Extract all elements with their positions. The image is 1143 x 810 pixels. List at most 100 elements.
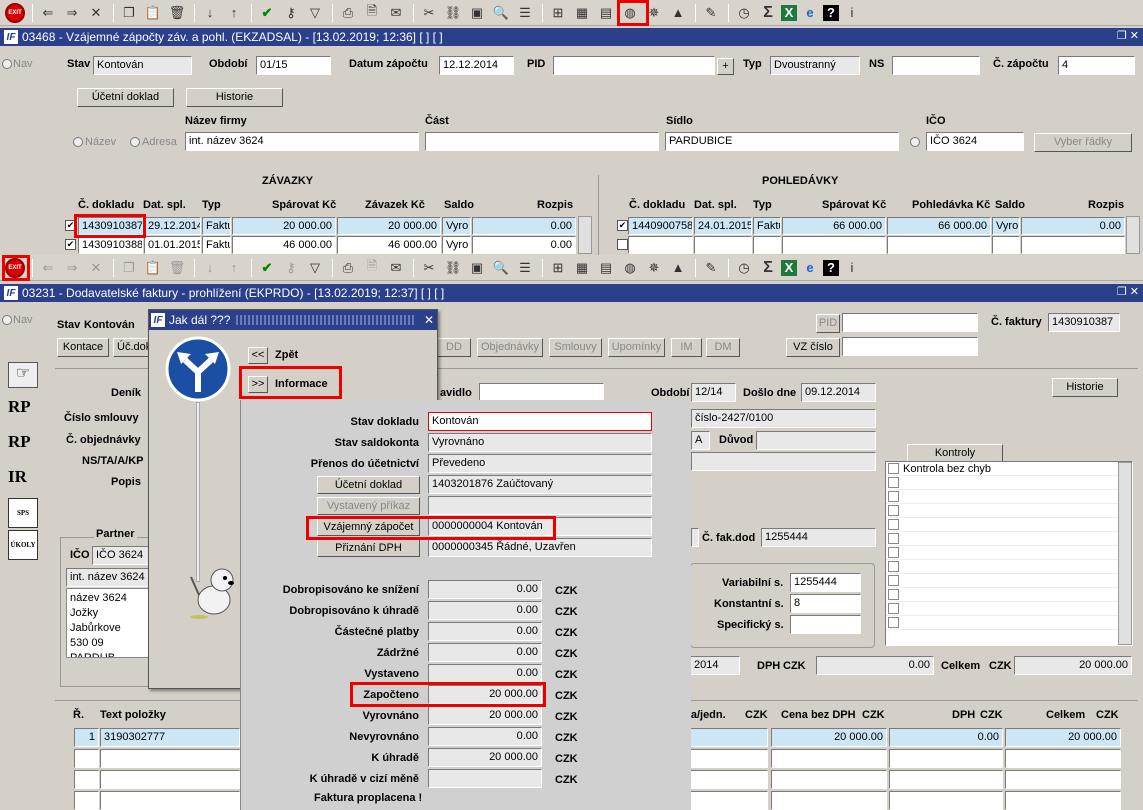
check-icon[interactable]: ✔ [256, 258, 278, 278]
row-celkem[interactable] [1005, 749, 1121, 768]
adresa-radio[interactable] [130, 137, 140, 147]
side-icon-rp[interactable]: RP [8, 392, 38, 422]
row-cena-jedn[interactable] [690, 749, 768, 768]
historie-button-2[interactable]: Historie [1052, 378, 1118, 397]
mail-icon[interactable]: ✉ [385, 258, 407, 278]
search-icon[interactable]: 🔍 [490, 258, 512, 278]
side-icon-ir[interactable]: IR [8, 462, 38, 492]
pohledavky-cell[interactable]: 66 000.00 [782, 217, 886, 235]
pid-add-button[interactable]: + [717, 58, 734, 75]
amount-value-6[interactable]: 20 000.00 [428, 706, 542, 725]
zavazky-cell[interactable]: Faktu [202, 236, 231, 254]
zavazky-cell[interactable]: 01.01.2015 [144, 236, 201, 254]
dph-field[interactable]: 0.00 [816, 656, 934, 675]
zpet-button[interactable]: << [248, 347, 268, 364]
sort-asc-icon[interactable]: ↓ [199, 258, 221, 278]
list-icon[interactable]: ☰ [514, 258, 536, 278]
dialog-close-button[interactable]: ✕ [421, 313, 437, 327]
row-text[interactable] [100, 791, 240, 810]
print-icon[interactable]: ⎙ [337, 3, 359, 23]
zavazky-scrollbar[interactable] [578, 216, 592, 254]
zavazky-cell[interactable]: Faktu [202, 217, 231, 235]
link-icon[interactable]: ⛓ [442, 3, 464, 23]
datum-field[interactable]: 12.12.2014 [439, 56, 514, 75]
back-arrow-icon[interactable]: ⇐ [37, 3, 59, 23]
zavazky-cell[interactable]: 1430910388 [78, 236, 143, 254]
duvod-field[interactable] [756, 431, 876, 450]
zavazky-cell[interactable]: 0.00 [472, 236, 576, 254]
calculator-icon[interactable]: ▦ [571, 258, 593, 278]
pohledavky-cell[interactable]: 1440900758 [628, 217, 693, 235]
ico-radio[interactable] [910, 137, 920, 147]
konstantni-field[interactable]: 8 [790, 594, 861, 613]
zavazky-cell[interactable]: Vyro [442, 236, 471, 254]
amount-value-4[interactable]: 0.00 [428, 664, 542, 683]
info-button-6[interactable]: Přiznání DPH [317, 539, 420, 557]
pohledavky-cell[interactable] [887, 236, 991, 254]
row-celkem[interactable]: 20 000.00 [1005, 728, 1121, 747]
typ-field[interactable]: Dvoustranný [770, 56, 860, 75]
sigma-icon[interactable]: Σ [757, 258, 779, 278]
pohledavky-cell[interactable] [694, 236, 752, 254]
info-value-0[interactable]: Kontován [428, 412, 652, 431]
vz-cislo-button[interactable]: VZ číslo [786, 338, 840, 357]
informace-button[interactable]: >> [248, 376, 268, 393]
extra-field[interactable] [691, 452, 876, 471]
info-value-1[interactable]: Vyrovnáno [428, 433, 652, 452]
globe-icon[interactable]: ◍ [619, 258, 641, 278]
row-celkem[interactable] [1005, 791, 1121, 810]
variabilni-field[interactable]: 1255444 [790, 573, 861, 592]
pohledavky-cell[interactable] [628, 236, 693, 254]
exit-icon[interactable]: EXIT [4, 2, 26, 23]
cislo-zapoctu-field[interactable]: 4 [1058, 56, 1135, 75]
amount-value-7[interactable]: 0.00 [428, 727, 542, 746]
pid-field[interactable] [553, 56, 715, 75]
row-cena-jedn[interactable] [690, 770, 768, 789]
tab-dd[interactable]: DD [437, 338, 471, 357]
side-icon-úkoly[interactable]: ÚKOLY [8, 530, 38, 560]
edit-icon[interactable]: ✎ [700, 3, 722, 23]
row-dph[interactable] [889, 749, 1003, 768]
kontroly-scrollbar[interactable] [1118, 462, 1132, 645]
sigma-icon[interactable]: Σ [757, 3, 779, 23]
amount-value-1[interactable]: 0.00 [428, 601, 542, 620]
paste-icon[interactable]: 📋 [142, 258, 164, 278]
ucetni-doklad-button[interactable]: Účetní doklad [77, 88, 174, 107]
vz-cislo-field[interactable] [842, 337, 978, 356]
row-checkbox[interactable]: ✔ [65, 239, 76, 250]
obdobi-field[interactable]: 01/15 [256, 56, 331, 75]
row-celkem[interactable] [1005, 770, 1121, 789]
tab-upominky[interactable]: Upomínky [608, 338, 665, 357]
vyber-radky-button[interactable]: Vyber řádky [1034, 133, 1132, 152]
kontrola-checkbox[interactable] [888, 477, 899, 488]
calculator-icon[interactable]: ▦ [571, 3, 593, 23]
sidlo-field[interactable]: PARDUBICE [665, 132, 899, 151]
historie-button-top[interactable]: Historie [186, 88, 283, 107]
celkem-field[interactable]: 20 000.00 [1014, 656, 1132, 675]
side-icon-sps[interactable]: SPS [8, 498, 38, 528]
row-cena-bez-dph[interactable]: 20 000.00 [771, 728, 887, 747]
sort-desc-icon[interactable]: ↑ [223, 258, 245, 278]
zavazky-cell[interactable]: 46 000.00 [337, 236, 441, 254]
row-dph[interactable]: 0.00 [889, 728, 1003, 747]
document-icon[interactable]: ▤ [595, 258, 617, 278]
zavazky-cell[interactable]: 20 000.00 [337, 217, 441, 235]
kontrola-checkbox[interactable] [888, 463, 899, 474]
excel-icon[interactable]: X [781, 4, 797, 21]
info-button-5[interactable]: Vzájemný zápočet [317, 518, 420, 536]
kontrola-checkbox[interactable] [888, 533, 899, 544]
row-cena-bez-dph[interactable] [771, 749, 887, 768]
paste-icon[interactable]: 📋 [142, 3, 164, 23]
nazev-firmy-field[interactable]: int. název 3624 [185, 132, 419, 151]
stav-field[interactable]: Kontován [93, 56, 192, 75]
amount-value-8[interactable]: 20 000.00 [428, 748, 542, 767]
row-cena-bez-dph[interactable] [771, 791, 887, 810]
kontrola-checkbox[interactable] [888, 491, 899, 502]
close-record-icon[interactable]: ✕ [85, 3, 107, 23]
nav-radio-2[interactable] [2, 315, 12, 325]
row-checkbox[interactable]: ✔ [65, 220, 76, 231]
edit-icon[interactable]: ✎ [700, 258, 722, 278]
image-icon[interactable]: ▣ [466, 3, 488, 23]
tab-im[interactable]: IM [671, 338, 702, 357]
info-value-3[interactable]: 1403201876 Zaúčtovaný [428, 475, 652, 494]
